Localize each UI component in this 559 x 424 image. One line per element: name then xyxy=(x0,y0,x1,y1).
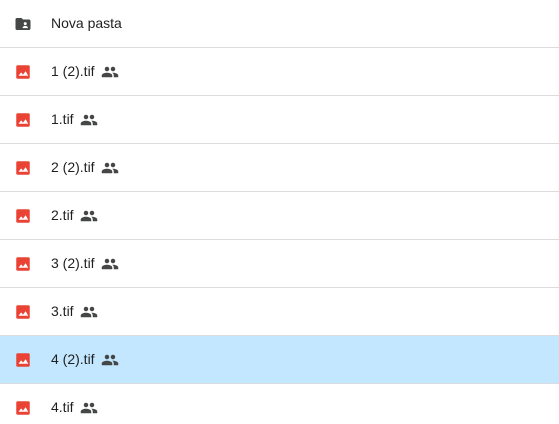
item-name: 3 (2).tif xyxy=(51,255,95,271)
list-item-file[interactable]: 1 (2).tif xyxy=(0,48,559,96)
image-file-icon xyxy=(16,401,30,415)
list-item-file[interactable]: 2.tif xyxy=(0,192,559,240)
shared-people-icon xyxy=(80,306,97,317)
item-name: 4 (2).tif xyxy=(51,351,95,367)
shared-people-icon xyxy=(80,402,97,413)
file-list: Nova pasta 1 (2).tif 1.tif 2 (2).tif 2.t… xyxy=(0,0,559,424)
image-file-icon xyxy=(16,353,30,367)
shared-people-icon xyxy=(101,258,118,269)
shared-people-icon xyxy=(101,162,118,173)
shared-folder-icon xyxy=(15,18,31,30)
item-name: 4.tif xyxy=(51,399,74,415)
item-name: 2 (2).tif xyxy=(51,159,95,175)
item-name: 1 (2).tif xyxy=(51,63,95,79)
image-file-icon xyxy=(16,161,30,175)
image-file-icon xyxy=(16,209,30,223)
item-name: 3.tif xyxy=(51,303,74,319)
image-file-icon xyxy=(16,305,30,319)
list-item-folder[interactable]: Nova pasta xyxy=(0,0,559,48)
shared-people-icon xyxy=(101,66,118,77)
item-name: 2.tif xyxy=(51,207,74,223)
shared-people-icon xyxy=(101,354,118,365)
image-file-icon xyxy=(16,257,30,271)
item-name: 1.tif xyxy=(51,111,74,127)
list-item-file[interactable]: 4.tif xyxy=(0,384,559,424)
list-item-file[interactable]: 3 (2).tif xyxy=(0,240,559,288)
list-item-file[interactable]: 1.tif xyxy=(0,96,559,144)
shared-people-icon xyxy=(80,210,97,221)
image-file-icon xyxy=(16,113,30,127)
shared-people-icon xyxy=(80,114,97,125)
item-name: Nova pasta xyxy=(51,15,122,31)
list-item-file[interactable]: 2 (2).tif xyxy=(0,144,559,192)
list-item-file[interactable]: 3.tif xyxy=(0,288,559,336)
image-file-icon xyxy=(16,65,30,79)
list-item-file-selected[interactable]: 4 (2).tif xyxy=(0,336,559,384)
